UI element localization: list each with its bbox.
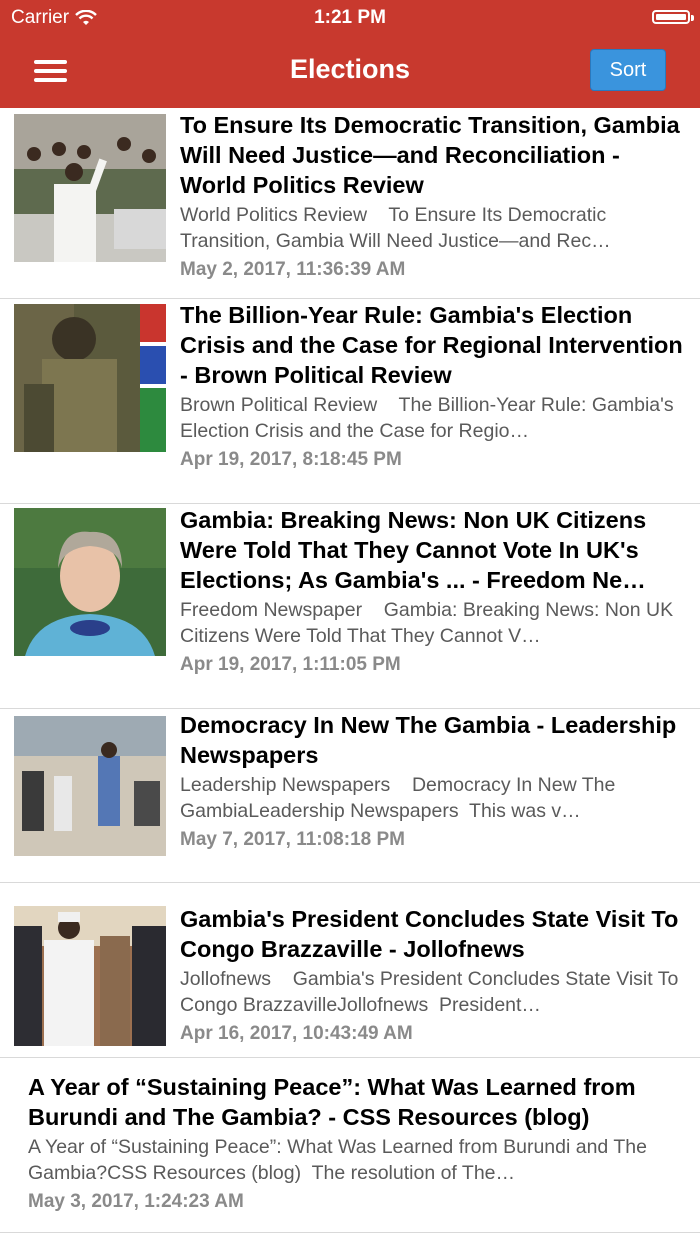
article-date: May 7, 2017, 11:08:18 PM — [180, 829, 405, 850]
battery-tip — [691, 15, 694, 21]
article-list: To Ensure Its Democratic Transition, Gam… — [0, 108, 700, 1233]
list-item[interactable]: To Ensure Its Democratic Transition, Gam… — [0, 108, 700, 299]
status-bar: Carrier 1:21 PM — [0, 0, 700, 36]
article-title: Democracy In New The Gambia - Leadership… — [180, 712, 677, 768]
list-item[interactable]: The Billion-Year Rule: Gambia's Election… — [0, 299, 700, 504]
article-thumbnail — [14, 508, 166, 656]
sort-button[interactable]: Sort — [590, 49, 666, 91]
article-date: Apr 19, 2017, 1:11:05 PM — [180, 654, 401, 675]
navigation-bar: Elections Sort — [0, 36, 700, 108]
article-title: The Billion-Year Rule: Gambia's Election… — [180, 302, 683, 388]
article-description: Freedom Newspaper Gambia: Breaking News:… — [180, 599, 674, 647]
article-description: Leadership Newspapers Democracy In New T… — [180, 774, 616, 822]
clock: 1:21 PM — [314, 7, 386, 28]
article-description: Brown Political Review The Billion-Year … — [180, 394, 674, 442]
article-thumbnail — [14, 114, 166, 262]
article-text: To Ensure Its Democratic Transition, Gam… — [180, 110, 684, 283]
battery-icon — [652, 10, 690, 24]
article-text: The Billion-Year Rule: Gambia's Election… — [180, 300, 684, 473]
article-title: A Year of “Sustaining Peace”: What Was L… — [28, 1074, 636, 1130]
article-description: Jollofnews Gambia's President Concludes … — [180, 968, 679, 1016]
article-date: Apr 19, 2017, 8:18:45 PM — [180, 449, 402, 470]
article-text: Democracy In New The Gambia - Leadership… — [180, 710, 684, 853]
article-title: To Ensure Its Democratic Transition, Gam… — [180, 112, 680, 198]
article-thumbnail — [14, 906, 166, 1054]
list-item[interactable]: A Year of “Sustaining Peace”: What Was L… — [0, 1058, 700, 1233]
article-title: Gambia: Breaking News: Non UK Citizens W… — [180, 507, 647, 593]
article-description: A Year of “Sustaining Peace”: What Was L… — [28, 1136, 647, 1184]
article-thumbnail — [14, 716, 166, 864]
article-date: May 3, 2017, 1:24:23 AM — [28, 1191, 244, 1212]
article-date: Apr 16, 2017, 10:43:49 AM — [180, 1023, 413, 1044]
list-item[interactable]: Gambia's President Concludes State Visit… — [0, 883, 700, 1058]
article-text: A Year of “Sustaining Peace”: What Was L… — [28, 1072, 684, 1215]
app-header: Carrier 1:21 PM Elections Sort — [0, 0, 700, 108]
article-thumbnail — [14, 304, 166, 452]
article-date: May 2, 2017, 11:36:39 AM — [180, 259, 406, 280]
article-text: Gambia's President Concludes State Visit… — [180, 904, 684, 1047]
list-item[interactable]: Gambia: Breaking News: Non UK Citizens W… — [0, 504, 700, 709]
article-title: Gambia's President Concludes State Visit… — [180, 906, 679, 962]
article-description: World Politics Review To Ensure Its Demo… — [180, 204, 611, 252]
list-item[interactable]: Democracy In New The Gambia - Leadership… — [0, 709, 700, 883]
article-text: Gambia: Breaking News: Non UK Citizens W… — [180, 505, 684, 678]
